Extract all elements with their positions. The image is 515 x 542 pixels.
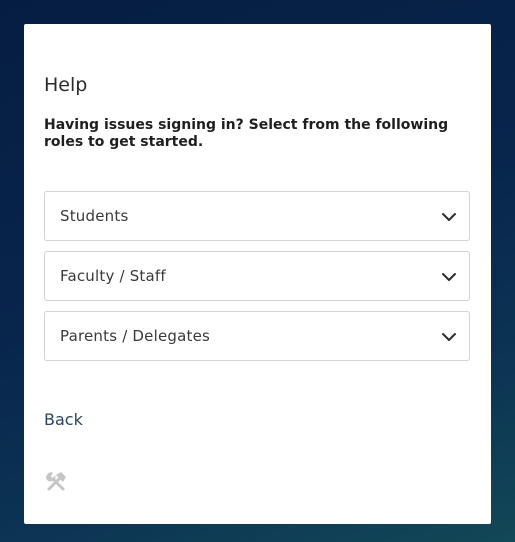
chevron-down-icon bbox=[442, 333, 456, 341]
role-label-faculty-staff: Faculty / Staff bbox=[60, 267, 166, 285]
role-accordion-parents-delegates[interactable]: Parents / Delegates bbox=[44, 311, 470, 361]
page-title: Help bbox=[44, 74, 88, 96]
chevron-down-icon bbox=[442, 213, 456, 221]
role-label-students: Students bbox=[60, 207, 129, 225]
help-card: Help Having issues signing in? Select fr… bbox=[24, 24, 491, 524]
chevron-down-icon bbox=[442, 273, 456, 281]
role-label-parents-delegates: Parents / Delegates bbox=[60, 327, 211, 345]
role-accordion-faculty-staff[interactable]: Faculty / Staff bbox=[44, 251, 470, 301]
help-subtitle: Having issues signing in? Select from th… bbox=[44, 117, 449, 150]
tools-icon bbox=[46, 472, 66, 491]
role-accordion-students[interactable]: Students bbox=[44, 191, 470, 241]
back-link[interactable]: Back bbox=[44, 410, 83, 430]
